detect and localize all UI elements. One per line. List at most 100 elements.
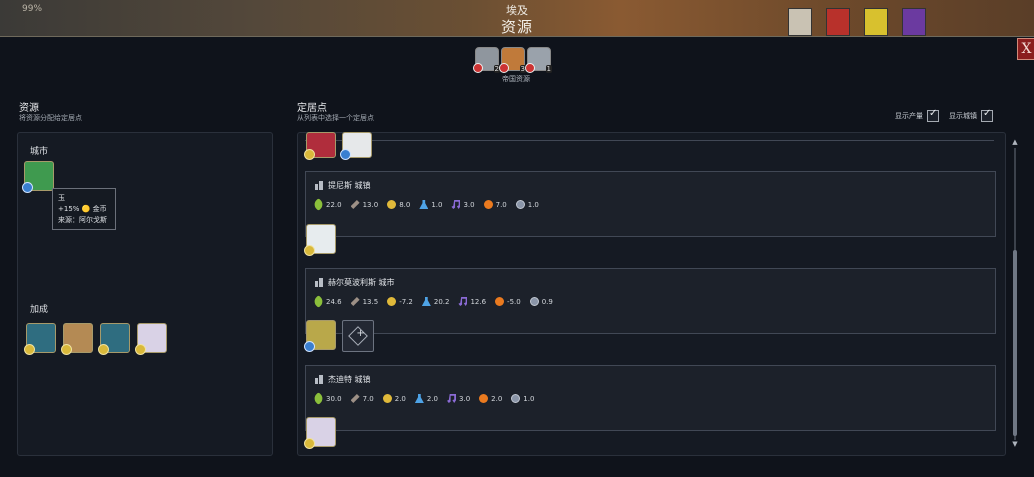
resource-badge-icon bbox=[135, 344, 146, 355]
resource-panel bbox=[17, 132, 273, 456]
show-output-label: 显示产量 bbox=[895, 112, 923, 120]
science-icon bbox=[419, 200, 429, 209]
fish-resource-icon[interactable] bbox=[24, 323, 56, 355]
fish-resource-icon[interactable] bbox=[98, 323, 130, 355]
resource-badge-icon bbox=[525, 63, 535, 73]
resource-badge-icon bbox=[340, 149, 351, 160]
happiness-icon bbox=[495, 297, 505, 306]
show-towns-label: 显示城镇 bbox=[949, 112, 977, 120]
resource-badge-icon bbox=[304, 149, 315, 160]
gold-value: 2.0 bbox=[394, 394, 406, 403]
happiness-value: 2.0 bbox=[491, 394, 503, 403]
resource-badge-icon bbox=[473, 63, 483, 73]
settlement-card[interactable]: 提尼斯 城镇 22.0 13.0 8.0 1.0 3.0 7.0 1.0 bbox=[305, 171, 996, 237]
production-value: 13.0 bbox=[362, 200, 379, 209]
influence-value: 0.9 bbox=[541, 297, 553, 306]
bonus-label: 加成 bbox=[30, 305, 49, 315]
food-icon bbox=[312, 198, 325, 211]
food-value: 24.6 bbox=[326, 297, 342, 306]
town-icon bbox=[314, 375, 324, 384]
resource-badge-icon bbox=[499, 63, 509, 73]
settlement-yields: 22.0 13.0 8.0 1.0 3.0 7.0 1.0 bbox=[312, 198, 539, 211]
settlement-name: 赫尔莫波利斯 城市 bbox=[328, 278, 395, 287]
warrior-icon[interactable]: 3 bbox=[499, 47, 526, 73]
food-value: 30.0 bbox=[326, 394, 342, 403]
settlement-card[interactable]: 杰迪特 城镇 30.0 7.0 2.0 2.0 3.0 2.0 1.0 bbox=[305, 365, 996, 431]
cloth-resource-icon[interactable] bbox=[61, 323, 93, 355]
settlement-yields: 30.0 7.0 2.0 2.0 3.0 2.0 1.0 bbox=[312, 392, 535, 405]
scroll-up-icon[interactable]: ▲ bbox=[1011, 138, 1019, 146]
tooltip-effect: +15% 🟡 金币 bbox=[58, 205, 107, 213]
food-icon bbox=[312, 392, 325, 405]
influence-icon bbox=[511, 394, 521, 403]
food-icon bbox=[312, 295, 325, 308]
helmet-icon[interactable]: 1 bbox=[525, 47, 552, 73]
left-title: 资源 bbox=[19, 103, 39, 114]
settlement-yields: 24.6 13.5 -7.2 20.2 12.6 -5.0 0.9 bbox=[312, 295, 553, 308]
culture-icon bbox=[451, 200, 461, 209]
resource-badge-icon bbox=[304, 245, 315, 256]
settlement-header: 赫尔莫波利斯 城市 bbox=[314, 277, 395, 288]
production-icon bbox=[350, 297, 360, 306]
tooltip-title: 玉 bbox=[58, 194, 65, 202]
science-icon bbox=[414, 394, 424, 403]
add-icon bbox=[348, 326, 368, 346]
cotton-resource-icon[interactable] bbox=[135, 323, 167, 355]
gold-value: -7.2 bbox=[399, 297, 413, 306]
culture-value: 3.0 bbox=[463, 200, 475, 209]
polar-bear-resource-icon[interactable] bbox=[304, 224, 336, 256]
right-title: 定居点 bbox=[297, 103, 327, 114]
happiness-value: -5.0 bbox=[507, 297, 521, 306]
resource-tooltip: 玉 +15% 🟡 金币 来源：阿尔戈斯 bbox=[52, 188, 116, 230]
science-value: 20.2 bbox=[433, 297, 450, 306]
town-icon bbox=[314, 181, 324, 190]
culture-icon bbox=[458, 297, 468, 306]
settlement-card[interactable]: 赫尔莫波利斯 城市 24.6 13.5 -7.2 20.2 12.6 -5.0 … bbox=[305, 268, 996, 334]
city-label: 城市 bbox=[30, 147, 49, 157]
jade-resource-icon[interactable] bbox=[22, 161, 54, 193]
influence-value: 1.0 bbox=[523, 394, 535, 403]
jade-crystal-resource-icon[interactable] bbox=[304, 320, 336, 352]
close-button[interactable]: X bbox=[1017, 38, 1034, 60]
show-output-checkbox[interactable] bbox=[927, 108, 939, 122]
culture-value: 3.0 bbox=[459, 394, 471, 403]
gold-icon bbox=[387, 297, 397, 306]
left-subtitle: 将资源分配给定居点 bbox=[19, 114, 82, 122]
happiness-icon bbox=[483, 200, 493, 209]
production-icon bbox=[350, 394, 360, 403]
settlement-scrollbar[interactable]: ▲ ▼ bbox=[1011, 138, 1019, 448]
settlement-name: 杰迪特 城镇 bbox=[328, 375, 371, 384]
scroll-down-icon[interactable]: ▼ bbox=[1011, 440, 1019, 448]
wine-resource-icon[interactable] bbox=[304, 132, 336, 160]
food-value: 22.0 bbox=[326, 200, 342, 209]
show-towns-toggle[interactable]: 显示城镇 bbox=[949, 108, 993, 122]
gold-icon bbox=[382, 394, 392, 403]
production-value: 13.5 bbox=[362, 297, 379, 306]
production-icon bbox=[350, 200, 360, 209]
resource-badge-icon bbox=[61, 344, 72, 355]
statue-icon[interactable]: 2 bbox=[473, 47, 500, 73]
culture-value: 12.6 bbox=[470, 297, 487, 306]
page-title: 资源 bbox=[500, 18, 533, 36]
dye-resource-icon[interactable] bbox=[340, 132, 372, 160]
resource-badge-icon bbox=[304, 341, 315, 352]
influence-icon bbox=[515, 200, 525, 209]
gold-value: 8.0 bbox=[399, 200, 411, 209]
settlement-header: 杰迪特 城镇 bbox=[314, 374, 371, 385]
resource-count: 1 bbox=[545, 65, 552, 73]
empty-resource-slot[interactable] bbox=[342, 320, 374, 352]
influence-value: 1.0 bbox=[527, 200, 539, 209]
resource-badge-icon bbox=[304, 438, 315, 449]
cotton-resource-icon[interactable] bbox=[304, 417, 336, 449]
show-output-toggle[interactable]: 显示产量 bbox=[895, 108, 939, 122]
resource-badge-icon bbox=[24, 344, 35, 355]
production-value: 7.0 bbox=[362, 394, 374, 403]
scroll-thumb[interactable] bbox=[1013, 250, 1017, 436]
science-value: 2.0 bbox=[426, 394, 439, 403]
right-subtitle: 从列表中选择一个定居点 bbox=[297, 114, 374, 122]
happiness-icon bbox=[479, 394, 489, 403]
tooltip-source: 来源：阿尔戈斯 bbox=[58, 216, 107, 224]
influence-icon bbox=[529, 297, 539, 306]
show-towns-checkbox[interactable] bbox=[981, 108, 993, 122]
empire-resources-label: 帝国资源 bbox=[502, 75, 530, 83]
